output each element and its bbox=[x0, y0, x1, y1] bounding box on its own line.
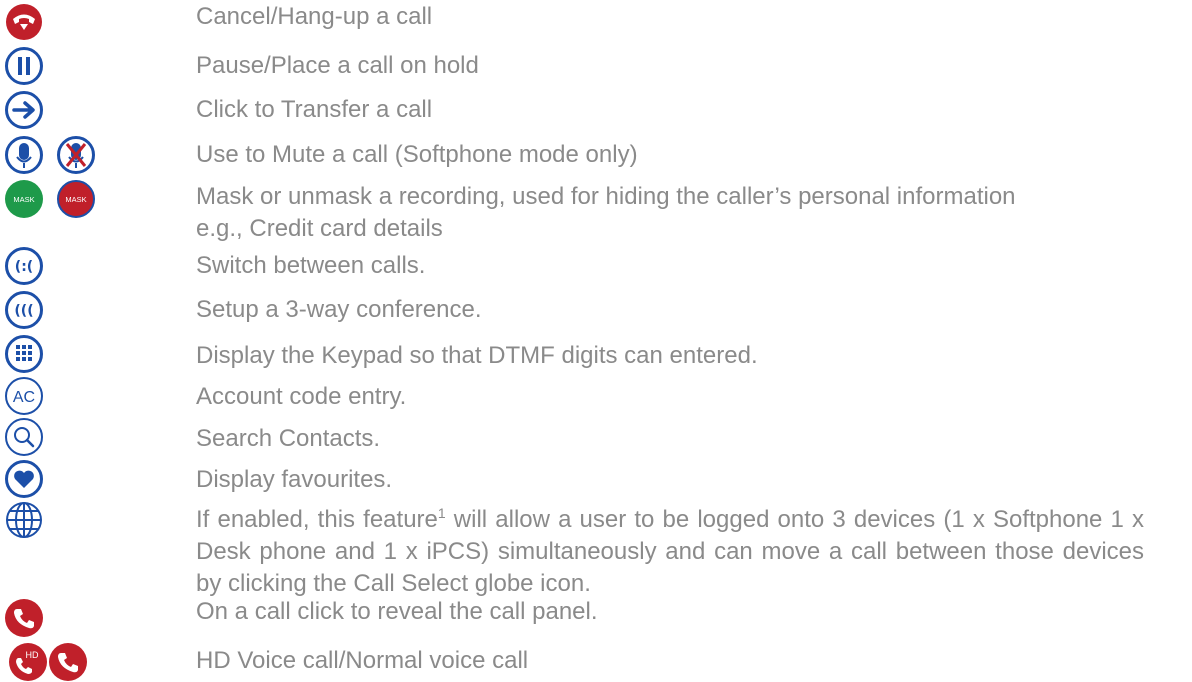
svg-text:(:(: (:( bbox=[15, 259, 33, 275]
conference-icon: ((( bbox=[4, 290, 44, 330]
account-code-label: AC bbox=[13, 389, 35, 406]
call-panel-icon bbox=[4, 598, 44, 638]
legend-text: Pause/Place a call on hold bbox=[196, 52, 479, 79]
favourites-icon bbox=[4, 459, 44, 499]
pause-icon bbox=[4, 46, 44, 86]
legend-row-switch-calls: (:( Switch between calls. bbox=[0, 246, 1192, 286]
hang-up-icon bbox=[4, 0, 44, 40]
account-code-icon: AC bbox=[4, 376, 44, 416]
normal-voice-icon bbox=[48, 642, 88, 682]
legend-text: Display the Keypad so that DTMF digits c… bbox=[196, 342, 758, 369]
unmask-icon: MASK bbox=[56, 179, 96, 219]
switch-calls-icon: (:( bbox=[4, 246, 44, 286]
transfer-icon bbox=[4, 90, 44, 130]
hd-voice-icon: HD bbox=[8, 642, 48, 682]
legend-row-account-code: AC Account code entry. bbox=[0, 376, 1192, 416]
legend-text: Cancel/Hang-up a call bbox=[196, 3, 433, 30]
legend-row-favourites: Display favourites. bbox=[0, 459, 1192, 499]
legend-row-search: Search Contacts. bbox=[0, 417, 1192, 457]
legend-text: Search Contacts. bbox=[196, 425, 381, 452]
legend-text: Account code entry. bbox=[196, 383, 407, 410]
legend-row-hd-voice: HD HD Voice call/Normal voice call bbox=[0, 642, 1192, 682]
legend-text: Mask or unmask a recording, used for hid… bbox=[196, 183, 1016, 242]
legend-text: If enabled, this feature1 will allow a u… bbox=[196, 505, 1144, 597]
mask-label: MASK bbox=[65, 195, 86, 204]
legend-text: Use to Mute a call (Softphone mode only) bbox=[196, 141, 638, 168]
legend-row-call-panel: On a call click to reveal the call panel… bbox=[0, 598, 1192, 638]
legend-text: Click to Transfer a call bbox=[196, 96, 433, 123]
legend-text: Switch between calls. bbox=[196, 252, 426, 279]
svg-text:(((: ((( bbox=[14, 303, 33, 319]
keypad-icon bbox=[4, 334, 44, 374]
legend-row-keypad: Display the Keypad so that DTMF digits c… bbox=[0, 334, 1192, 374]
unmute-icon bbox=[56, 135, 96, 175]
legend-text: On a call click to reveal the call panel… bbox=[196, 598, 598, 625]
legend-text: HD Voice call/Normal voice call bbox=[196, 647, 529, 674]
legend-text: Display favourites. bbox=[196, 466, 393, 493]
legend-row-pause: Pause/Place a call on hold bbox=[0, 46, 1192, 86]
mute-icon bbox=[4, 135, 44, 175]
globe-icon bbox=[4, 500, 44, 540]
legend-text: Setup a 3-way conference. bbox=[196, 296, 482, 323]
legend-row-hang-up: Cancel/Hang-up a call bbox=[0, 0, 1192, 40]
search-icon bbox=[4, 417, 44, 457]
mask-label: MASK bbox=[13, 195, 34, 204]
mask-icon: MASK bbox=[4, 179, 44, 219]
legend-row-call-select: If enabled, this feature1 will allow a u… bbox=[0, 500, 1192, 604]
footnote-marker: 1 bbox=[437, 505, 446, 521]
hd-label: HD bbox=[26, 650, 39, 660]
legend-row-conference: ((( Setup a 3-way conference. bbox=[0, 290, 1192, 330]
legend-row-transfer: Click to Transfer a call bbox=[0, 90, 1192, 130]
legend-row-mute: Use to Mute a call (Softphone mode only) bbox=[0, 135, 1192, 175]
